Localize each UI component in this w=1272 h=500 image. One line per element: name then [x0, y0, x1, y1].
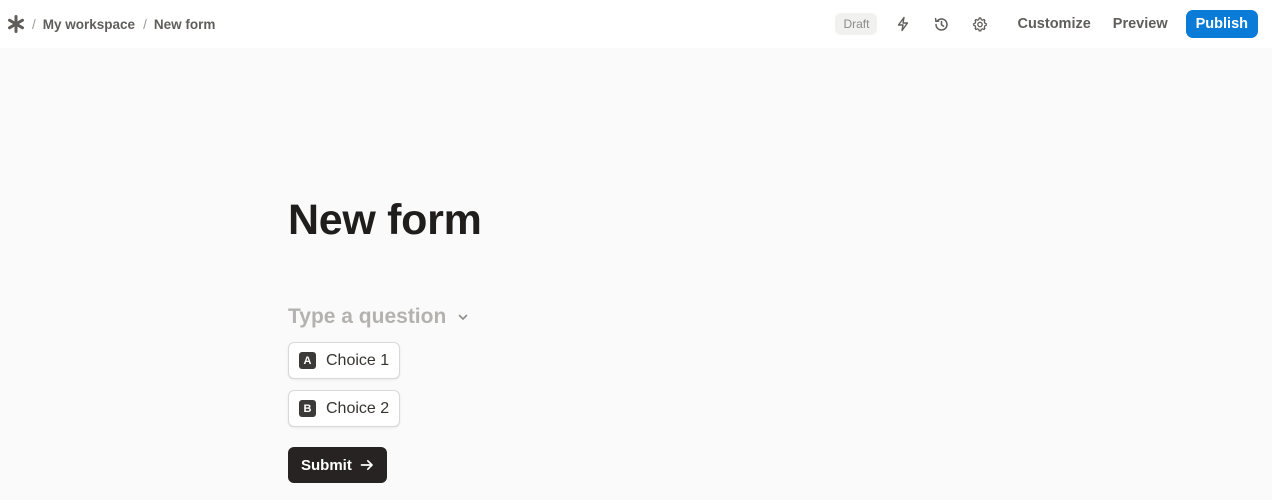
- choice-option[interactable]: B Choice 2: [288, 390, 401, 427]
- breadcrumb-separator: /: [32, 16, 36, 32]
- publish-button[interactable]: Publish: [1185, 10, 1258, 38]
- gear-icon[interactable]: [965, 10, 993, 38]
- customize-button[interactable]: Customize: [1009, 10, 1098, 38]
- breadcrumb: / My workspace / New form: [6, 0, 223, 48]
- top-bar: / My workspace / New form Draft Customiz…: [0, 0, 1272, 48]
- choice-key-badge: A: [299, 352, 316, 369]
- choice-option[interactable]: A Choice 1: [288, 342, 401, 379]
- submit-label: Submit: [301, 456, 352, 474]
- choice-key-badge: B: [299, 400, 316, 417]
- breadcrumb-separator: /: [143, 16, 147, 32]
- question-field[interactable]: Type a question: [288, 305, 470, 329]
- toolbar-actions: Draft Customize Preview Publish: [835, 0, 1258, 48]
- question-placeholder[interactable]: Type a question: [288, 305, 446, 329]
- submit-button[interactable]: Submit: [288, 447, 387, 483]
- form-title[interactable]: New form: [288, 196, 482, 245]
- choice-label[interactable]: Choice 2: [326, 400, 389, 418]
- history-icon[interactable]: [927, 10, 955, 38]
- preview-button[interactable]: Preview: [1105, 10, 1176, 38]
- breadcrumb-current-form[interactable]: New form: [154, 17, 216, 32]
- choice-label[interactable]: Choice 1: [326, 352, 389, 370]
- draft-status-badge: Draft: [835, 13, 878, 35]
- chevron-down-icon[interactable]: [456, 310, 470, 324]
- asterisk-logo-icon[interactable]: [6, 14, 26, 34]
- lightning-icon[interactable]: [889, 10, 917, 38]
- breadcrumb-workspace-link[interactable]: My workspace: [43, 17, 135, 32]
- arrow-right-icon: [360, 458, 374, 472]
